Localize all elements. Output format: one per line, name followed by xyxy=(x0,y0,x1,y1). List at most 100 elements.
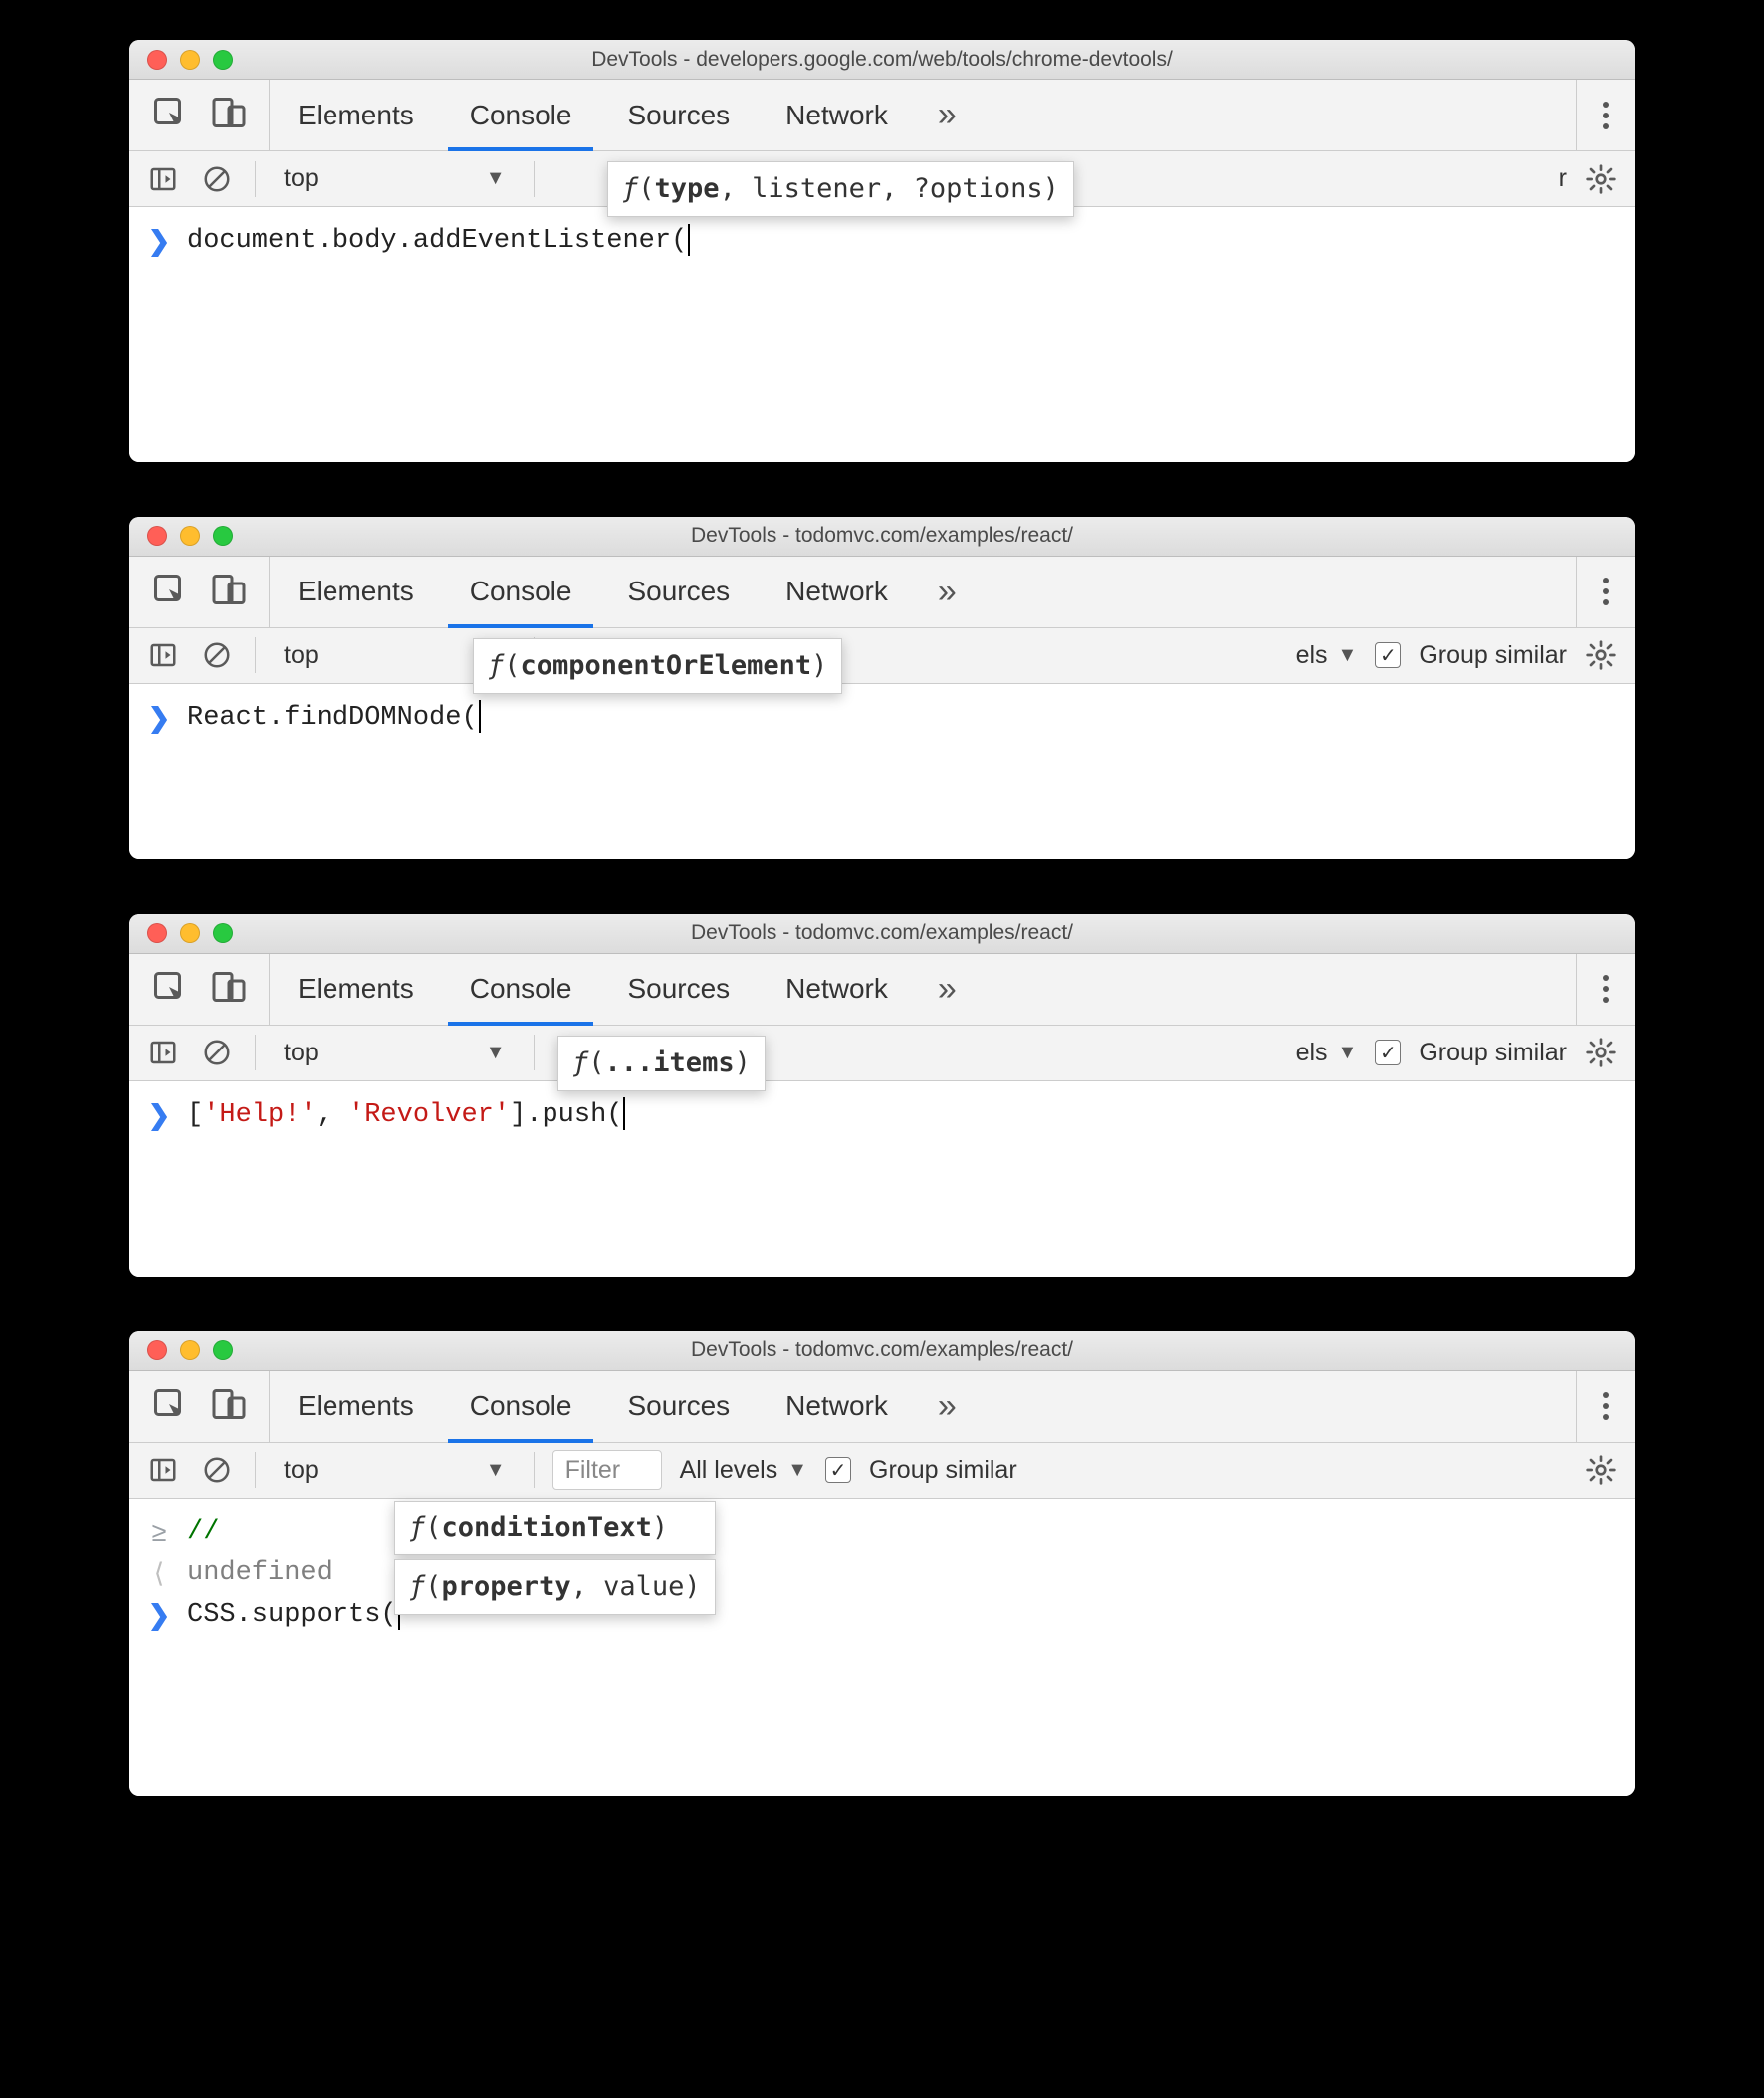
more-menu-icon[interactable] xyxy=(1576,1371,1635,1442)
inspect-element-icon[interactable] xyxy=(151,969,187,1010)
window-title: DevTools - todomvc.com/examples/react/ xyxy=(129,921,1635,945)
close-icon[interactable] xyxy=(147,50,167,70)
tab-console[interactable]: Console xyxy=(442,80,600,150)
signature-item: ƒ(componentOrElement) xyxy=(473,638,842,694)
minimize-icon[interactable] xyxy=(180,526,200,546)
tab-sources[interactable]: Sources xyxy=(599,954,758,1025)
traffic-lights xyxy=(147,923,233,943)
tabs-overflow-icon[interactable]: » xyxy=(916,557,979,627)
context-label: top xyxy=(284,1456,319,1485)
tab-console[interactable]: Console xyxy=(442,954,600,1025)
context-selector[interactable]: top ▼ xyxy=(274,1450,516,1490)
zoom-icon[interactable] xyxy=(213,526,233,546)
panel-tabs: Elements Console Sources Network » xyxy=(129,80,1635,151)
tab-sources[interactable]: Sources xyxy=(599,557,758,627)
group-similar-checkbox[interactable]: ✓ xyxy=(825,1457,851,1483)
more-menu-icon[interactable] xyxy=(1576,557,1635,627)
tab-console[interactable]: Console xyxy=(442,1371,600,1442)
chevron-down-icon: ▼ xyxy=(1338,644,1358,667)
settings-gear-icon[interactable] xyxy=(1581,1454,1621,1486)
panel-tabs: Elements Console Sources Network » xyxy=(129,1371,1635,1443)
console-body[interactable]: ƒ(...items)❯['Help!', 'Revolver'].push( xyxy=(129,1081,1635,1277)
settings-gear-icon[interactable] xyxy=(1581,639,1621,671)
close-icon[interactable] xyxy=(147,526,167,546)
tab-sources[interactable]: Sources xyxy=(599,80,758,150)
zoom-icon[interactable] xyxy=(213,923,233,943)
log-levels-dropdown[interactable]: All levels ▼ xyxy=(680,1456,807,1485)
window-title: DevTools - todomvc.com/examples/react/ xyxy=(129,524,1635,548)
tab-sources[interactable]: Sources xyxy=(599,1371,758,1442)
tab-elements[interactable]: Elements xyxy=(270,1371,442,1442)
device-toolbar-icon[interactable] xyxy=(211,1386,247,1427)
context-selector[interactable]: top ▼ xyxy=(274,1033,516,1072)
console-input[interactable]: ['Help!', 'Revolver'].push( xyxy=(187,1095,625,1137)
context-selector[interactable]: top ▼ xyxy=(274,159,516,199)
inspect-element-icon[interactable] xyxy=(151,572,187,612)
settings-gear-icon[interactable] xyxy=(1581,1037,1621,1068)
inspect-element-icon[interactable] xyxy=(151,95,187,135)
minimize-icon[interactable] xyxy=(180,1340,200,1360)
minimize-icon[interactable] xyxy=(180,50,200,70)
tab-console[interactable]: Console xyxy=(442,557,600,627)
group-similar-label: Group similar xyxy=(1419,1039,1567,1067)
prompt-icon: ❯ xyxy=(148,1100,171,1130)
group-similar-checkbox[interactable]: ✓ xyxy=(1375,642,1401,668)
window-titlebar: DevTools - developers.google.com/web/too… xyxy=(129,40,1635,80)
traffic-lights xyxy=(147,1340,233,1360)
toggle-sidebar-icon[interactable] xyxy=(143,1455,183,1485)
console-input[interactable]: CSS.supports( xyxy=(187,1595,400,1637)
close-icon[interactable] xyxy=(147,1340,167,1360)
chevron-down-icon: ▼ xyxy=(486,1459,506,1482)
minimize-icon[interactable] xyxy=(180,923,200,943)
console-body[interactable]: ƒ(componentOrElement)❯React.findDOMNode( xyxy=(129,684,1635,859)
console-line: ⟨undefined xyxy=(147,1553,1617,1595)
device-toolbar-icon[interactable] xyxy=(211,95,247,135)
more-menu-icon[interactable] xyxy=(1576,954,1635,1025)
clear-console-icon[interactable] xyxy=(197,640,237,670)
tab-network[interactable]: Network xyxy=(758,1371,916,1442)
clear-console-icon[interactable] xyxy=(197,1038,237,1067)
close-icon[interactable] xyxy=(147,923,167,943)
toggle-sidebar-icon[interactable] xyxy=(143,640,183,670)
tabs-overflow-icon[interactable]: » xyxy=(916,80,979,150)
signature-item: ƒ(property, value) xyxy=(394,1559,716,1615)
tab-elements[interactable]: Elements xyxy=(270,954,442,1025)
console-body[interactable]: ƒ(type, listener, ?options)❯document.bod… xyxy=(129,207,1635,462)
toggle-sidebar-icon[interactable] xyxy=(143,1038,183,1067)
device-toolbar-icon[interactable] xyxy=(211,969,247,1010)
zoom-icon[interactable] xyxy=(213,1340,233,1360)
log-levels-dropdown[interactable]: els ▼ xyxy=(1296,1039,1358,1067)
context-label: top xyxy=(284,641,319,670)
console-line: ≥// xyxy=(147,1513,1617,1554)
device-toolbar-icon[interactable] xyxy=(211,572,247,612)
inspect-element-icon[interactable] xyxy=(151,1386,187,1427)
console-input[interactable]: React.findDOMNode( xyxy=(187,698,481,740)
panel-tabs: Elements Console Sources Network » xyxy=(129,557,1635,628)
console-output: undefined xyxy=(187,1553,332,1595)
clear-console-icon[interactable] xyxy=(197,164,237,194)
tab-network[interactable]: Network xyxy=(758,80,916,150)
prompt-icon: ❯ xyxy=(148,1600,171,1630)
tabs-overflow-icon[interactable]: » xyxy=(916,954,979,1025)
log-levels-dropdown[interactable]: els ▼ xyxy=(1296,641,1358,670)
divider xyxy=(255,1035,256,1070)
more-menu-icon[interactable] xyxy=(1576,80,1635,150)
tab-elements[interactable]: Elements xyxy=(270,557,442,627)
group-similar-checkbox[interactable]: ✓ xyxy=(1375,1040,1401,1065)
window-titlebar: DevTools - todomvc.com/examples/react/ xyxy=(129,1331,1635,1371)
filter-input[interactable]: Filter xyxy=(552,1450,662,1490)
tabs-overflow-icon[interactable]: » xyxy=(916,1371,979,1442)
console-input[interactable]: // xyxy=(187,1513,219,1554)
tab-network[interactable]: Network xyxy=(758,557,916,627)
console-input[interactable]: document.body.addEventListener( xyxy=(187,221,690,263)
clear-console-icon[interactable] xyxy=(197,1455,237,1485)
toggle-sidebar-icon[interactable] xyxy=(143,164,183,194)
tab-elements[interactable]: Elements xyxy=(270,80,442,150)
window-title: DevTools - todomvc.com/examples/react/ xyxy=(129,1338,1635,1362)
console-body[interactable]: ƒ(conditionText)ƒ(property, value)≥//⟨un… xyxy=(129,1499,1635,1797)
signature-item: ƒ(...items) xyxy=(557,1036,766,1091)
panel-tabs: Elements Console Sources Network » xyxy=(129,954,1635,1026)
settings-gear-icon[interactable] xyxy=(1581,163,1621,195)
tab-network[interactable]: Network xyxy=(758,954,916,1025)
zoom-icon[interactable] xyxy=(213,50,233,70)
